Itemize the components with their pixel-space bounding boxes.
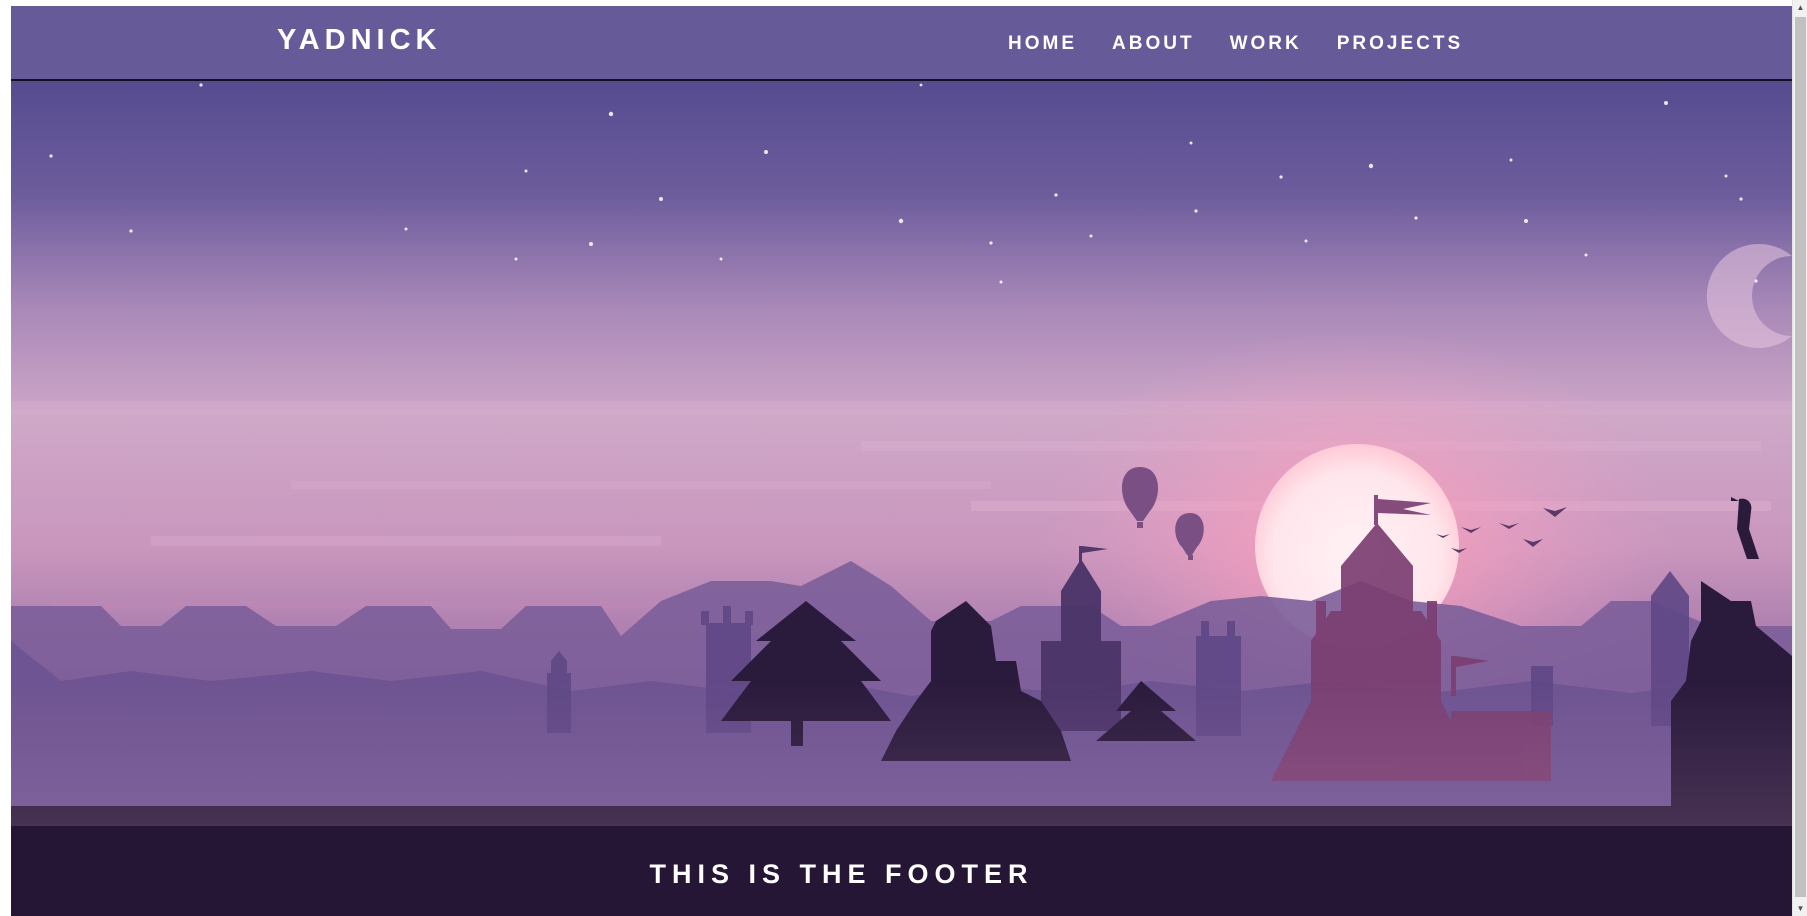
scroll-up-icon[interactable]: ▲ (1793, 0, 1807, 15)
vertical-scrollbar[interactable]: ▲ ▼ (1792, 0, 1807, 916)
site-header: YADNICK HOME ABOUT WORK PROJECTS (11, 6, 1792, 81)
hero-image (11, 81, 1792, 832)
scroll-thumb[interactable] (1795, 17, 1806, 897)
scroll-down-icon[interactable]: ▼ (1793, 901, 1807, 916)
sunset-skyline-illustration (11, 81, 1792, 832)
nav-home-link[interactable]: HOME (1008, 33, 1077, 55)
brand-logo[interactable]: YADNICK (277, 24, 441, 57)
footer-text: THIS IS THE FOOTER (649, 859, 1034, 889)
nav-work-link[interactable]: WORK (1230, 33, 1302, 55)
site-footer: THIS IS THE FOOTER (11, 826, 1792, 916)
page: YADNICK HOME ABOUT WORK PROJECTS THIS IS… (11, 6, 1792, 916)
nav-projects-link[interactable]: PROJECTS (1337, 33, 1463, 55)
nav-about-link[interactable]: ABOUT (1112, 33, 1195, 55)
main-nav: HOME ABOUT WORK PROJECTS (1008, 33, 1498, 55)
